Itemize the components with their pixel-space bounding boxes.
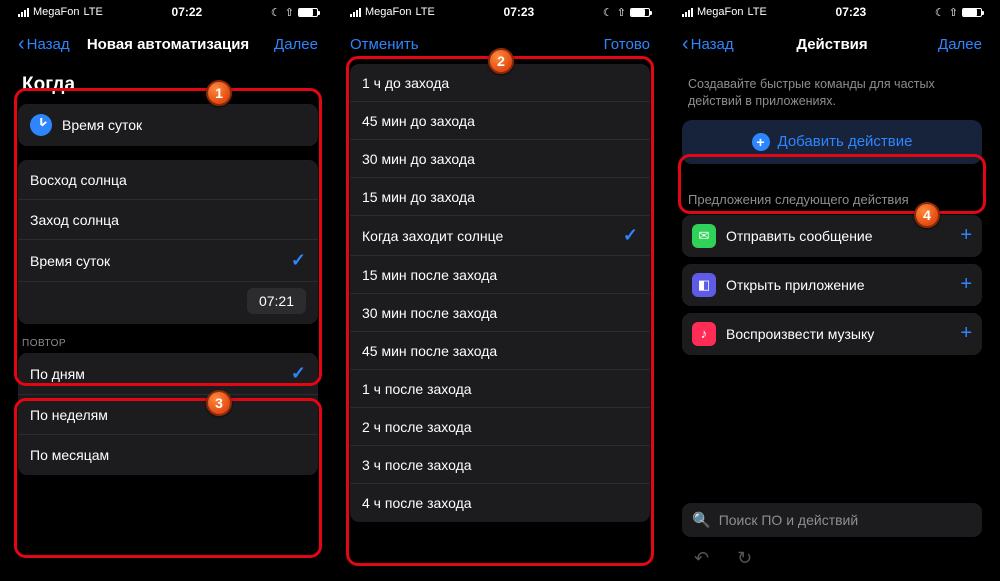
location-icon: ⇧ xyxy=(949,6,958,19)
step-badge: 1 xyxy=(206,80,232,106)
row-time-of-day-header: Время суток xyxy=(18,104,318,146)
carrier: MegaFon xyxy=(365,6,411,18)
step-badge: 2 xyxy=(488,48,514,74)
picker-row[interactable]: 15 мин до захода xyxy=(350,178,650,216)
picker-row[interactable]: 45 мин до захода xyxy=(350,102,650,140)
sunset-offset-list: 1 ч до захода45 мин до захода30 мин до з… xyxy=(350,64,650,522)
carrier: MegaFon xyxy=(697,6,743,18)
location-icon: ⇧ xyxy=(617,6,626,19)
plus-icon: + xyxy=(960,273,972,296)
status-time: 07:22 xyxy=(172,5,203,19)
battery-icon xyxy=(630,8,650,17)
card-time-options: Восход солнца Заход солнца Время суток✓ … xyxy=(18,160,318,324)
plus-icon: + xyxy=(960,224,972,247)
navbar: ‹Назад Действия Далее xyxy=(672,24,992,64)
next-button[interactable]: Далее xyxy=(274,36,318,53)
search-input[interactable]: 🔍 Поиск ПО и действий xyxy=(682,503,982,537)
check-icon: ✓ xyxy=(291,250,306,271)
row-sunset[interactable]: Заход солнца xyxy=(18,200,318,240)
signal-icon xyxy=(350,8,361,17)
row-daily[interactable]: По дням✓ xyxy=(18,353,318,395)
screen-sunset-picker: MegaFon LTE 07:23 ☾ ⇧ Отменить Готово 1 … xyxy=(340,0,660,581)
picker-row[interactable]: 1 ч после захода xyxy=(350,370,650,408)
time-picker[interactable]: 07:21 xyxy=(247,288,306,314)
carrier: MegaFon xyxy=(33,6,79,18)
row-monthly[interactable]: По месяцам xyxy=(18,435,318,475)
battery-icon xyxy=(962,8,982,17)
status-time: 07:23 xyxy=(836,5,867,19)
row-time-of-day[interactable]: Время суток✓ xyxy=(18,240,318,282)
chevron-left-icon: ‹ xyxy=(18,34,25,54)
step-badge: 4 xyxy=(914,202,940,228)
row-weekly[interactable]: По неделям xyxy=(18,395,318,435)
check-icon: ✓ xyxy=(291,363,306,384)
status-bar: MegaFon LTE 07:23 ☾ ⇧ xyxy=(672,0,992,24)
location-icon: ⇧ xyxy=(285,6,294,19)
picker-row[interactable]: 15 мин после захода xyxy=(350,256,650,294)
row-sunrise[interactable]: Восход солнца xyxy=(18,160,318,200)
battery-icon xyxy=(298,8,318,17)
picker-row[interactable]: 4 ч после захода xyxy=(350,484,650,522)
messages-icon: ✉ xyxy=(692,224,716,248)
network: LTE xyxy=(83,6,102,18)
check-icon: ✓ xyxy=(623,225,638,246)
nav-title: Новая автоматизация xyxy=(87,36,249,53)
network: LTE xyxy=(747,6,766,18)
status-bar: MegaFon LTE 07:23 ☾ ⇧ xyxy=(340,0,660,24)
navbar: ‹Назад Новая автоматизация Далее xyxy=(8,24,328,64)
status-bar: MegaFon LTE 07:22 ☾ ⇧ xyxy=(8,0,328,24)
dnd-icon: ☾ xyxy=(935,6,945,19)
status-time: 07:23 xyxy=(504,5,535,19)
section-when: Когда xyxy=(22,74,314,96)
cancel-button[interactable]: Отменить xyxy=(350,36,419,53)
suggestions-list: ✉Отправить сообщение + ◧Открыть приложен… xyxy=(682,215,982,355)
step-badge: 3 xyxy=(206,390,232,416)
clock-icon xyxy=(30,114,52,136)
add-action-button[interactable]: + Добавить действие xyxy=(682,120,982,164)
screen-actions: MegaFon LTE 07:23 ☾ ⇧ ‹Назад Действия Да… xyxy=(672,0,992,581)
done-button[interactable]: Готово xyxy=(604,36,650,53)
card-time-of-day: Время суток xyxy=(18,104,318,146)
back-button[interactable]: ‹Назад xyxy=(682,34,734,54)
section-repeat: ПОВТОР xyxy=(22,338,314,349)
suggestion-play-music[interactable]: ♪Воспроизвести музыку + xyxy=(682,313,982,355)
dnd-icon: ☾ xyxy=(603,6,613,19)
card-repeat: По дням✓ По неделям По месяцам xyxy=(18,353,318,475)
picker-row[interactable]: 30 мин до захода xyxy=(350,140,650,178)
music-icon: ♪ xyxy=(692,322,716,346)
redo-button[interactable]: ↻ xyxy=(737,548,752,569)
open-app-icon: ◧ xyxy=(692,273,716,297)
picker-row[interactable]: Когда заходит солнце✓ xyxy=(350,216,650,256)
dnd-icon: ☾ xyxy=(271,6,281,19)
bottom-toolbar: ↶ ↻ xyxy=(672,541,992,575)
chevron-left-icon: ‹ xyxy=(682,34,689,54)
nav-title: Действия xyxy=(796,36,867,53)
network: LTE xyxy=(415,6,434,18)
back-button[interactable]: ‹Назад xyxy=(18,34,70,54)
suggestion-open-app[interactable]: ◧Открыть приложение + xyxy=(682,264,982,306)
picker-row[interactable]: 30 мин после захода xyxy=(350,294,650,332)
help-text: Создавайте быстрые команды для частых де… xyxy=(688,76,976,110)
plus-circle-icon: + xyxy=(752,133,770,151)
next-button[interactable]: Далее xyxy=(938,36,982,53)
undo-button[interactable]: ↶ xyxy=(694,548,709,569)
picker-row[interactable]: 2 ч после захода xyxy=(350,408,650,446)
search-icon: 🔍 xyxy=(692,511,711,529)
plus-icon: + xyxy=(960,322,972,345)
screen-new-automation: MegaFon LTE 07:22 ☾ ⇧ ‹Назад Новая автом… xyxy=(8,0,328,581)
picker-row[interactable]: 45 мин после захода xyxy=(350,332,650,370)
signal-icon xyxy=(682,8,693,17)
picker-row[interactable]: 3 ч после захода xyxy=(350,446,650,484)
signal-icon xyxy=(18,8,29,17)
